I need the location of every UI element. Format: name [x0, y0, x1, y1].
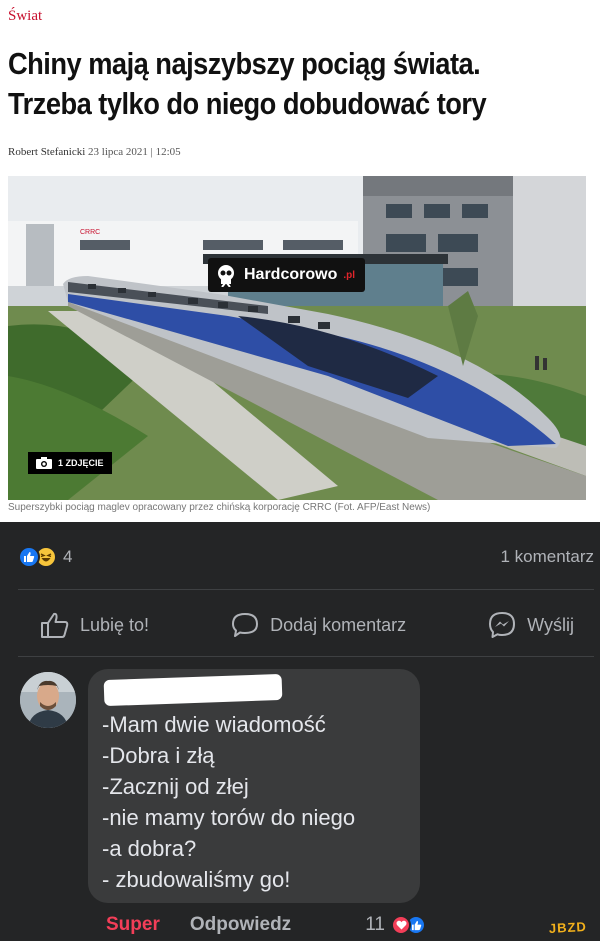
watermark-text: Hardcorowo — [244, 266, 338, 283]
comment-button[interactable]: Dodaj komentarz — [230, 611, 406, 639]
photo-count-label: 1 ZDJĘCIE — [58, 458, 104, 468]
speech-bubble-icon — [232, 613, 259, 637]
photo-caption: Superszybki pociąg maglev opracowany prz… — [8, 502, 431, 513]
reaction-count: 4 — [63, 547, 73, 566]
camera-icon — [36, 457, 52, 469]
comment-bubble[interactable]: -Mam dwie wiadomość -Dobra i złą -Zaczni… — [88, 669, 420, 903]
site-badge: JBZD — [548, 919, 588, 936]
section-link[interactable]: Świat — [8, 8, 42, 25]
comment-line: -Dobra i złą — [102, 743, 215, 768]
skull-icon — [218, 265, 234, 287]
comments-count-link[interactable]: 1 komentarz — [500, 547, 594, 567]
avatar-photo — [20, 672, 76, 728]
comment-reaction-button[interactable]: Super — [106, 914, 160, 936]
divider — [18, 656, 594, 657]
headline-line-1: Chiny mają najszybszy pociąg świata. — [8, 46, 481, 81]
byline: Robert Stefanicki 23 lipca 2021 | 12:05 — [8, 146, 181, 158]
comment-text: -Mam dwie wiadomość -Dobra i złą -Zaczni… — [102, 709, 355, 895]
comment-button-label: Dodaj komentarz — [270, 614, 407, 635]
comment-footer: Super Odpowiedz 11 — [106, 912, 426, 938]
publish-date: 23 lipca 2021 | 12:05 — [88, 146, 181, 158]
watermark-suffix: .pl — [343, 269, 356, 281]
headline-line-2: Trzeba tylko do niego dobudować tory — [8, 86, 487, 121]
divider — [18, 589, 594, 590]
hardcorowo-watermark: Hardcorowo .pl — [208, 258, 366, 292]
like-button-label: Lubię to! — [80, 614, 150, 635]
love-icon — [391, 915, 411, 935]
news-article: Świat Chiny mają najszybszy pociąg świat… — [0, 0, 600, 522]
article-photo[interactable]: CRRC Hardcorowo .pl 1 ZDJĘCIE — [8, 176, 586, 500]
comment-reaction-count[interactable]: 11 — [365, 914, 385, 936]
building-sign: CRRC — [80, 229, 100, 236]
article-headline[interactable]: Chiny mają najszybszy pociąg świata. Trz… — [8, 44, 554, 124]
comment-line: -Zacznij od złej — [102, 774, 249, 799]
photo-count-badge[interactable]: 1 ZDJĘCIE — [28, 452, 112, 474]
comment-line: -Mam dwie wiadomość — [102, 712, 326, 737]
commenter-avatar[interactable] — [20, 672, 76, 728]
comment-line: -a dobra? — [102, 836, 197, 861]
reaction-icons — [18, 546, 57, 568]
comment-line: -nie mamy torów do niego — [102, 805, 356, 830]
thumbs-up-icon — [41, 612, 69, 638]
redacted-commenter-name — [103, 673, 283, 707]
messenger-icon — [489, 612, 516, 638]
comment-line: - zbudowaliśmy go! — [102, 867, 291, 892]
send-button-label: Wyślij — [527, 614, 574, 635]
like-icon — [18, 546, 40, 568]
send-button[interactable]: Wyślij — [487, 610, 574, 640]
post-actions-bar: Lubię to! Dodaj komentarz Wyślij — [18, 602, 594, 648]
facebook-post-footer: 4 1 komentarz Lubię to! Dodaj komentarz … — [0, 522, 600, 941]
reply-button[interactable]: Odpowiedz — [190, 914, 291, 936]
comment-reaction-icons[interactable] — [391, 915, 426, 935]
like-button[interactable]: Lubię to! — [40, 611, 149, 639]
reactions-summary[interactable]: 4 1 komentarz — [18, 544, 594, 570]
author-name[interactable]: Robert Stefanicki — [8, 146, 85, 158]
